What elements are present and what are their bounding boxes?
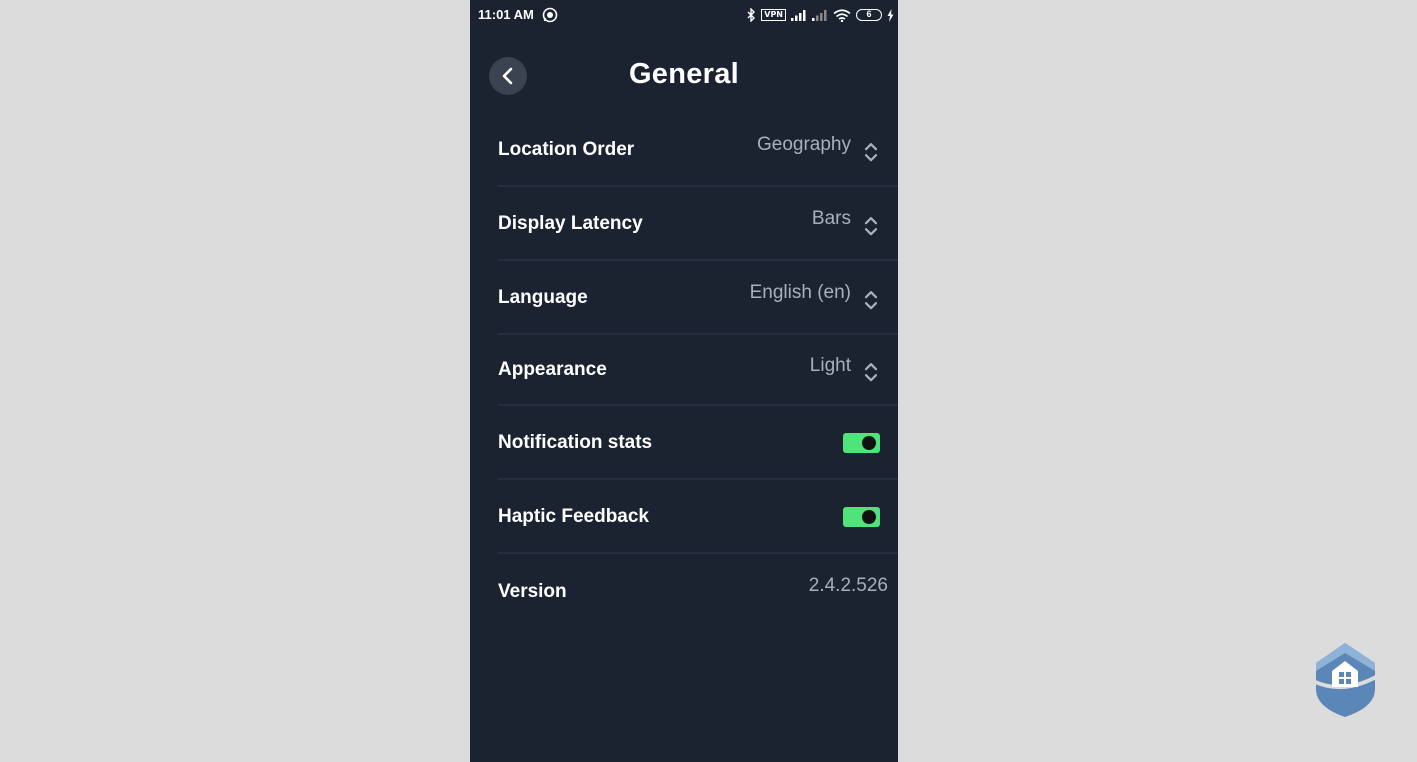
setting-label: Location Order	[498, 138, 635, 160]
setting-value: English (en)	[749, 282, 851, 303]
setting-label: Language	[498, 286, 588, 308]
sort-arrows-icon	[864, 362, 878, 381]
whatsapp-icon	[542, 7, 558, 23]
setting-label: Haptic Feedback	[498, 505, 649, 527]
notification-stats-toggle[interactable]	[843, 432, 880, 453]
vpn-badge: VPN	[761, 9, 786, 21]
setting-location-order[interactable]: Location Order Geography	[498, 114, 898, 187]
setting-value: Bars	[811, 208, 851, 229]
battery-level: 6	[866, 9, 872, 19]
bluetooth-icon	[747, 8, 756, 22]
setting-label: Version	[498, 580, 567, 602]
shield-house-logo	[1312, 643, 1377, 717]
haptic-feedback-toggle[interactable]	[843, 506, 880, 527]
sort-arrows-icon	[864, 290, 878, 309]
wifi-icon	[833, 8, 851, 22]
setting-display-latency[interactable]: Display Latency Bars	[498, 188, 898, 261]
status-time: 11:01 AM	[478, 7, 534, 22]
sort-arrows-icon	[864, 142, 878, 161]
setting-language[interactable]: Language English (en)	[498, 262, 898, 335]
phone-screen: 11:01 AM VPN 6 General Location Order Ge…	[470, 0, 898, 762]
signal-icon	[791, 10, 806, 21]
status-icons: VPN 6	[747, 6, 894, 24]
setting-value: Light	[809, 355, 851, 376]
battery-icon: 6	[856, 9, 882, 21]
signal-weak-icon	[812, 10, 827, 21]
setting-appearance[interactable]: Appearance Light	[498, 335, 898, 406]
page-title: General	[628, 58, 740, 90]
setting-notification-stats: Notification stats	[498, 407, 898, 480]
toggle-knob	[862, 435, 876, 450]
sort-arrows-icon	[864, 216, 878, 235]
toggle-knob	[862, 509, 876, 524]
status-bar: 11:01 AM VPN 6	[470, 0, 898, 30]
setting-haptic-feedback: Haptic Feedback	[498, 481, 898, 554]
setting-label: Display Latency	[498, 212, 643, 234]
setting-label: Notification stats	[498, 431, 653, 453]
setting-label: Appearance	[498, 358, 607, 380]
charging-icon	[887, 8, 894, 22]
setting-value: Geography	[756, 134, 851, 155]
version-value: 2.4.2.526	[808, 575, 888, 596]
setting-version: Version 2.4.2.526	[498, 555, 898, 628]
